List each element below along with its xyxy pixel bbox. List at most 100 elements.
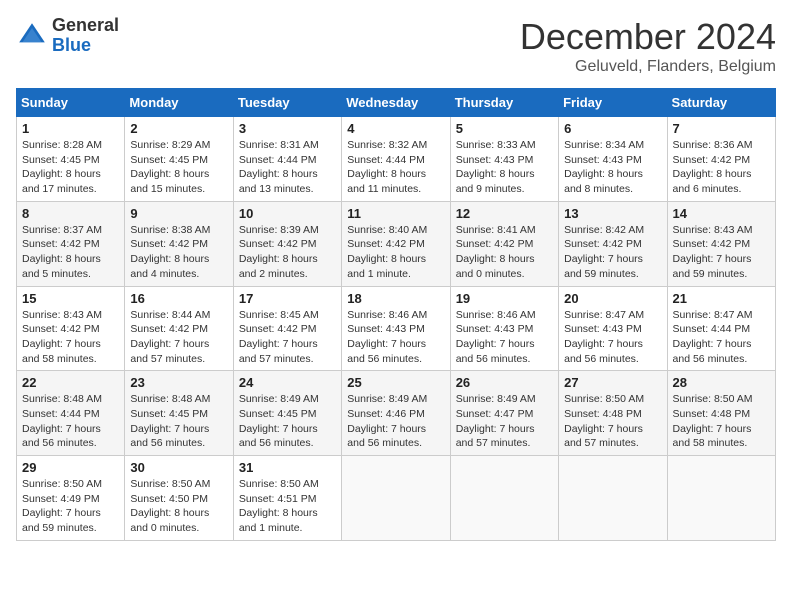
- day-info: Sunrise: 8:50 AMSunset: 4:50 PMDaylight:…: [130, 477, 227, 536]
- day-number: 8: [22, 206, 119, 221]
- month-title: December 2024: [520, 16, 776, 58]
- day-info: Sunrise: 8:44 AMSunset: 4:42 PMDaylight:…: [130, 308, 227, 367]
- day-info: Sunrise: 8:47 AMSunset: 4:43 PMDaylight:…: [564, 308, 661, 367]
- day-number: 22: [22, 375, 119, 390]
- day-number: 11: [347, 206, 444, 221]
- header-monday: Monday: [125, 89, 233, 117]
- day-info: Sunrise: 8:43 AMSunset: 4:42 PMDaylight:…: [673, 223, 770, 282]
- day-info: Sunrise: 8:32 AMSunset: 4:44 PMDaylight:…: [347, 138, 444, 197]
- table-row: [342, 456, 450, 541]
- table-row: 3Sunrise: 8:31 AMSunset: 4:44 PMDaylight…: [233, 117, 341, 202]
- day-info: Sunrise: 8:39 AMSunset: 4:42 PMDaylight:…: [239, 223, 336, 282]
- day-number: 3: [239, 121, 336, 136]
- table-row: 25 Sunrise: 8:49 AMSunset: 4:46 PMDayligh…: [342, 371, 450, 456]
- table-row: 29 Sunrise: 8:50 AMSunset: 4:49 PMDayligh…: [17, 456, 125, 541]
- table-row: 1 Sunrise: 8:28 AMSunset: 4:45 PMDaylight…: [17, 117, 125, 202]
- day-number: 10: [239, 206, 336, 221]
- day-number: 16: [130, 291, 227, 306]
- table-row: 24 Sunrise: 8:49 AMSunset: 4:45 PMDayligh…: [233, 371, 341, 456]
- table-row: 28 Sunrise: 8:50 AMSunset: 4:48 PMDayligh…: [667, 371, 775, 456]
- day-number: 30: [130, 460, 227, 475]
- table-row: 30 Sunrise: 8:50 AMSunset: 4:50 PMDayligh…: [125, 456, 233, 541]
- table-row: 27 Sunrise: 8:50 AMSunset: 4:48 PMDayligh…: [559, 371, 667, 456]
- table-row: 6 Sunrise: 8:34 AMSunset: 4:43 PMDaylight…: [559, 117, 667, 202]
- logo: General Blue: [16, 16, 119, 56]
- table-row: 14 Sunrise: 8:43 AMSunset: 4:42 PMDayligh…: [667, 201, 775, 286]
- calendar-header-row: Sunday Monday Tuesday Wednesday Thursday…: [17, 89, 776, 117]
- table-row: 19Sunrise: 8:46 AMSunset: 4:43 PMDayligh…: [450, 286, 558, 371]
- day-number: 27: [564, 375, 661, 390]
- table-row: 8 Sunrise: 8:37 AMSunset: 4:42 PMDaylight…: [17, 201, 125, 286]
- day-number: 18: [347, 291, 444, 306]
- location-subtitle: Geluveld, Flanders, Belgium: [520, 58, 776, 76]
- day-number: 26: [456, 375, 553, 390]
- day-info: Sunrise: 8:36 AMSunset: 4:42 PMDaylight:…: [673, 138, 770, 197]
- table-row: 20Sunrise: 8:47 AMSunset: 4:43 PMDayligh…: [559, 286, 667, 371]
- calendar-week-row: 22 Sunrise: 8:48 AMSunset: 4:44 PMDayligh…: [17, 371, 776, 456]
- table-row: 18 Sunrise: 8:46 AMSunset: 4:43 PMDayligh…: [342, 286, 450, 371]
- day-number: 6: [564, 121, 661, 136]
- day-number: 29: [22, 460, 119, 475]
- day-info: Sunrise: 8:50 AMSunset: 4:48 PMDaylight:…: [673, 392, 770, 451]
- day-info: Sunrise: 8:49 AMSunset: 4:46 PMDaylight:…: [347, 392, 444, 451]
- page-header: General Blue December 2024 Geluveld, Fla…: [16, 16, 776, 76]
- day-info: Sunrise: 8:29 AMSunset: 4:45 PMDaylight:…: [130, 138, 227, 197]
- day-info: Sunrise: 8:49 AMSunset: 4:47 PMDaylight:…: [456, 392, 553, 451]
- day-number: 25: [347, 375, 444, 390]
- day-info: Sunrise: 8:49 AMSunset: 4:45 PMDaylight:…: [239, 392, 336, 451]
- day-info: Sunrise: 8:48 AMSunset: 4:45 PMDaylight:…: [130, 392, 227, 451]
- header-friday: Friday: [559, 89, 667, 117]
- day-info: Sunrise: 8:45 AMSunset: 4:42 PMDaylight:…: [239, 308, 336, 367]
- header-thursday: Thursday: [450, 89, 558, 117]
- day-info: Sunrise: 8:34 AMSunset: 4:43 PMDaylight:…: [564, 138, 661, 197]
- table-row: 12Sunrise: 8:41 AMSunset: 4:42 PMDayligh…: [450, 201, 558, 286]
- table-row: 23 Sunrise: 8:48 AMSunset: 4:45 PMDayligh…: [125, 371, 233, 456]
- day-info: Sunrise: 8:28 AMSunset: 4:45 PMDaylight:…: [22, 138, 119, 197]
- table-row: 16 Sunrise: 8:44 AMSunset: 4:42 PMDayligh…: [125, 286, 233, 371]
- day-info: Sunrise: 8:41 AMSunset: 4:42 PMDaylight:…: [456, 223, 553, 282]
- day-number: 31: [239, 460, 336, 475]
- logo-icon: [16, 20, 48, 52]
- day-number: 13: [564, 206, 661, 221]
- day-number: 9: [130, 206, 227, 221]
- table-row: 31 Sunrise: 8:50 AMSunset: 4:51 PMDayligh…: [233, 456, 341, 541]
- header-saturday: Saturday: [667, 89, 775, 117]
- day-info: Sunrise: 8:37 AMSunset: 4:42 PMDaylight:…: [22, 223, 119, 282]
- table-row: 21Sunrise: 8:47 AMSunset: 4:44 PMDayligh…: [667, 286, 775, 371]
- table-row: 10 Sunrise: 8:39 AMSunset: 4:42 PMDayligh…: [233, 201, 341, 286]
- calendar-week-row: 29 Sunrise: 8:50 AMSunset: 4:49 PMDayligh…: [17, 456, 776, 541]
- day-number: 28: [673, 375, 770, 390]
- day-info: Sunrise: 8:50 AMSunset: 4:48 PMDaylight:…: [564, 392, 661, 451]
- day-number: 19: [456, 291, 553, 306]
- calendar-week-row: 15Sunrise: 8:43 AMSunset: 4:42 PMDayligh…: [17, 286, 776, 371]
- day-number: 17: [239, 291, 336, 306]
- table-row: [667, 456, 775, 541]
- day-number: 5: [456, 121, 553, 136]
- table-row: 17 Sunrise: 8:45 AMSunset: 4:42 PMDayligh…: [233, 286, 341, 371]
- day-info: Sunrise: 8:48 AMSunset: 4:44 PMDaylight:…: [22, 392, 119, 451]
- logo-general: General: [52, 16, 119, 36]
- table-row: 22 Sunrise: 8:48 AMSunset: 4:44 PMDayligh…: [17, 371, 125, 456]
- day-number: 14: [673, 206, 770, 221]
- calendar-week-row: 8 Sunrise: 8:37 AMSunset: 4:42 PMDaylight…: [17, 201, 776, 286]
- header-tuesday: Tuesday: [233, 89, 341, 117]
- day-info: Sunrise: 8:50 AMSunset: 4:49 PMDaylight:…: [22, 477, 119, 536]
- day-info: Sunrise: 8:47 AMSunset: 4:44 PMDaylight:…: [673, 308, 770, 367]
- title-block: December 2024 Geluveld, Flanders, Belgiu…: [520, 16, 776, 76]
- table-row: 26 Sunrise: 8:49 AMSunset: 4:47 PMDayligh…: [450, 371, 558, 456]
- day-info: Sunrise: 8:50 AMSunset: 4:51 PMDaylight:…: [239, 477, 336, 536]
- day-info: Sunrise: 8:42 AMSunset: 4:42 PMDaylight:…: [564, 223, 661, 282]
- table-row: 13 Sunrise: 8:42 AMSunset: 4:42 PMDayligh…: [559, 201, 667, 286]
- header-sunday: Sunday: [17, 89, 125, 117]
- day-info: Sunrise: 8:33 AMSunset: 4:43 PMDaylight:…: [456, 138, 553, 197]
- day-number: 1: [22, 121, 119, 136]
- day-number: 7: [673, 121, 770, 136]
- table-row: 5 Sunrise: 8:33 AMSunset: 4:43 PMDaylight…: [450, 117, 558, 202]
- day-number: 4: [347, 121, 444, 136]
- table-row: 2Sunrise: 8:29 AMSunset: 4:45 PMDaylight…: [125, 117, 233, 202]
- day-info: Sunrise: 8:40 AMSunset: 4:42 PMDaylight:…: [347, 223, 444, 282]
- table-row: 15Sunrise: 8:43 AMSunset: 4:42 PMDayligh…: [17, 286, 125, 371]
- day-info: Sunrise: 8:46 AMSunset: 4:43 PMDaylight:…: [347, 308, 444, 367]
- day-number: 24: [239, 375, 336, 390]
- day-number: 23: [130, 375, 227, 390]
